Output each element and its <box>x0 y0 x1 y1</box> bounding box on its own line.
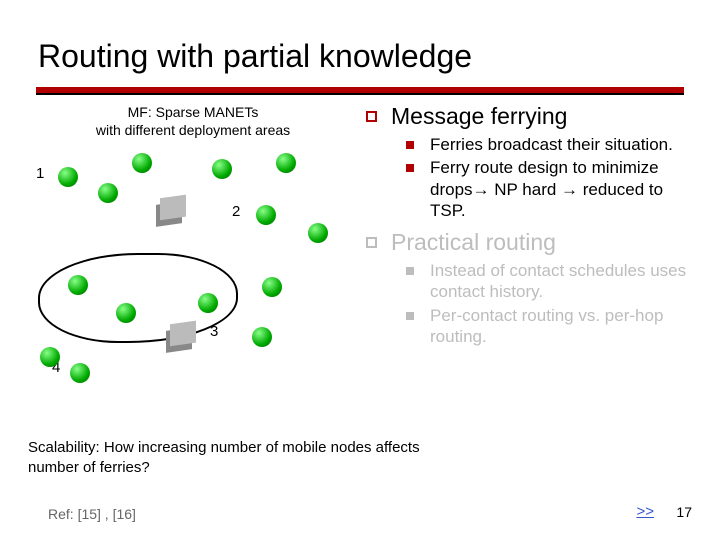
bullet-item: Ferry route design to minimize drops→ NP… <box>406 157 702 221</box>
bullet-hollow-icon <box>366 237 377 248</box>
next-link[interactable]: >> <box>636 503 654 520</box>
bullet-solid-icon <box>406 312 414 320</box>
slide-title: Routing with partial knowledge <box>0 0 720 83</box>
page-number: 17 <box>676 504 692 520</box>
ferry-node <box>166 328 192 354</box>
label-1: 1 <box>36 165 44 182</box>
node <box>252 327 272 347</box>
node <box>70 363 90 383</box>
bullet-solid-icon <box>406 267 414 275</box>
bullet-item: Ferries broadcast their situation. <box>406 134 702 155</box>
content-area: MF: Sparse MANETs with different deploym… <box>0 95 720 373</box>
caption-line-2: with different deployment areas <box>96 122 290 138</box>
title-rule <box>36 87 684 95</box>
node <box>308 223 328 243</box>
diagram: 1 2 3 4 <box>28 143 348 373</box>
bullet-item: Instead of contact schedules uses contac… <box>406 260 702 303</box>
node <box>276 153 296 173</box>
bullet-text: Ferry route design to minimize drops→ NP… <box>430 157 702 221</box>
node <box>58 167 78 187</box>
bullet-hollow-icon <box>366 111 377 122</box>
bullet-item: Per-contact routing vs. per-hop routing. <box>406 305 702 348</box>
section-title: Practical routing <box>391 229 556 256</box>
bullet-solid-icon <box>406 141 414 149</box>
node <box>262 277 282 297</box>
left-column: MF: Sparse MANETs with different deploym… <box>28 103 358 373</box>
bullet-text: Per-contact routing vs. per-hop routing. <box>430 305 702 348</box>
bullet-solid-icon <box>406 164 414 172</box>
node <box>256 205 276 225</box>
bullet-text: Instead of contact schedules uses contac… <box>430 260 702 303</box>
caption-line-1: MF: Sparse MANETs <box>128 104 259 120</box>
node <box>98 183 118 203</box>
ferry-node <box>156 202 182 228</box>
section-practical-routing: Practical routing <box>362 229 702 256</box>
scalability-note: Scalability: How increasing number of mo… <box>28 438 458 477</box>
bullet-text: Ferries broadcast their situation. <box>430 134 673 155</box>
section-title: Message ferrying <box>391 103 567 130</box>
diagram-caption: MF: Sparse MANETs with different deploym… <box>28 103 358 139</box>
section-message-ferrying: Message ferrying <box>362 103 702 130</box>
label-2: 2 <box>232 203 240 220</box>
node <box>212 159 232 179</box>
reference-text: Ref: [15] , [16] <box>48 506 136 522</box>
node <box>132 153 152 173</box>
label-3: 3 <box>210 323 218 340</box>
right-column: Message ferrying Ferries broadcast their… <box>358 103 702 373</box>
